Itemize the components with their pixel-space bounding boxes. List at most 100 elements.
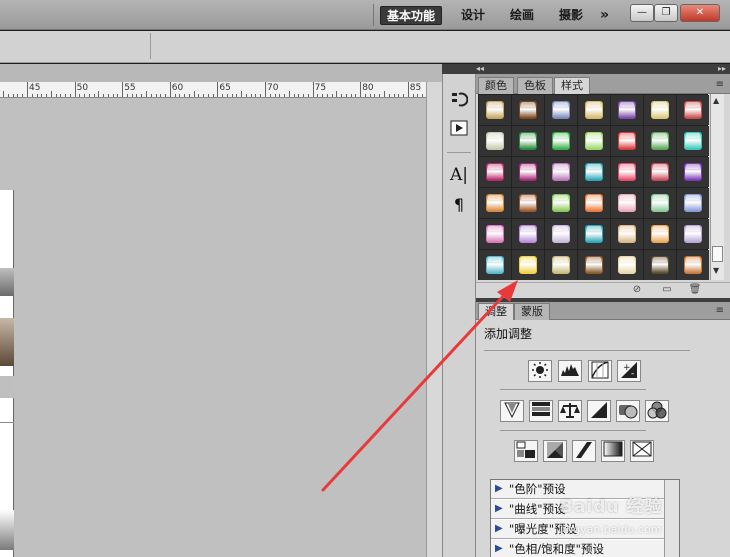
style-swatch[interactable] [578,157,610,187]
workspace-photography[interactable]: 摄影 [553,6,589,25]
style-swatch[interactable] [578,126,610,156]
style-swatch[interactable] [677,126,709,156]
style-swatch[interactable] [644,219,676,249]
character-icon[interactable]: A| [447,164,471,186]
style-swatch[interactable] [512,188,544,218]
canvas-scrollbar[interactable] [426,82,442,557]
ruler-tick [360,82,362,97]
tab-masks[interactable]: 蒙版 [514,303,550,320]
style-swatch[interactable] [512,95,544,125]
tab-styles[interactable]: 样式 [554,77,590,95]
expand-triangle-icon[interactable]: ▶ [495,500,503,518]
style-swatch[interactable] [479,95,511,125]
style-swatch[interactable] [677,157,709,187]
workspace-painting[interactable]: 绘画 [504,6,540,25]
presets-scrollbar[interactable] [664,480,679,557]
style-swatch[interactable] [611,188,643,218]
actions-icon[interactable] [447,120,471,142]
new-style-icon[interactable]: ▭ [660,283,674,296]
style-swatch[interactable] [644,188,676,218]
curves-icon[interactable] [588,360,612,382]
posterize-icon[interactable] [543,440,567,462]
style-swatch-highlight [554,164,568,169]
style-swatch[interactable] [611,126,643,156]
style-swatch[interactable] [611,250,643,280]
photo-filter-icon[interactable] [616,400,640,422]
minimize-button[interactable]: — [630,4,654,22]
collapse-right-icon[interactable]: ▸▸ [718,64,726,74]
style-swatch[interactable] [479,219,511,249]
style-swatch[interactable] [512,219,544,249]
style-swatch[interactable] [545,188,577,218]
style-swatch[interactable] [545,95,577,125]
style-swatch[interactable] [512,250,544,280]
color-balance-icon[interactable] [558,400,582,422]
tab-color[interactable]: 颜色 [478,77,514,94]
panel-menu-icon[interactable]: ≡ [716,305,724,316]
paragraph-icon[interactable]: ¶ [447,194,471,216]
style-swatch[interactable] [545,250,577,280]
black-white-icon[interactable] [587,400,611,422]
vibrance-icon[interactable] [500,400,524,422]
workspace-basic[interactable]: 基本功能 [380,6,443,25]
expand-triangle-icon[interactable]: ▶ [495,540,503,557]
document-image-edge [0,190,14,557]
collapse-left-icon[interactable]: ◂◂ [476,64,484,74]
exposure-icon[interactable]: + - [617,360,641,382]
workspace-design[interactable]: 设计 [455,6,491,25]
horizontal-ruler[interactable]: 45 50 55 60 65 70 75 80 85 [0,82,426,98]
style-swatch[interactable] [644,250,676,280]
panel-menu-icon[interactable]: ≡ [716,79,724,90]
delete-style-icon[interactable]: 🗑 [688,283,702,296]
style-swatch-highlight [521,257,535,262]
style-swatch[interactable] [644,157,676,187]
style-swatch-highlight [653,226,667,231]
scroll-thumb[interactable] [712,246,723,262]
style-swatch[interactable] [611,95,643,125]
preset-hue-saturation[interactable]: ▶ "色相/饱和度"预设 [491,540,664,557]
expand-triangle-icon[interactable]: ▶ [495,480,503,498]
style-swatch[interactable] [677,219,709,249]
scroll-up-icon[interactable]: ▲ [713,96,719,105]
gradient-map-icon[interactable] [601,440,625,462]
style-swatch[interactable] [545,126,577,156]
style-swatch[interactable] [677,188,709,218]
style-swatch[interactable] [644,95,676,125]
no-style-icon[interactable]: ⊘ [630,283,644,296]
threshold-icon[interactable] [572,440,596,462]
more-workspaces-button[interactable]: » [594,6,615,25]
brightness-contrast-icon[interactable] [528,360,552,382]
history-icon[interactable] [447,90,471,112]
levels-icon[interactable] [558,360,582,382]
channel-mixer-icon[interactable] [645,400,669,422]
restore-button[interactable]: ❐ [654,4,678,22]
style-swatch[interactable] [611,157,643,187]
style-swatch[interactable] [545,157,577,187]
style-swatch[interactable] [611,219,643,249]
style-swatch[interactable] [512,126,544,156]
styles-scrollbar[interactable]: ▼ ▲ [710,94,724,280]
hue-saturation-icon[interactable] [529,400,553,422]
scroll-down-icon[interactable]: ▼ [713,266,719,275]
close-button[interactable]: ✕ [680,4,720,22]
expand-triangle-icon[interactable]: ▶ [495,520,503,538]
style-swatch[interactable] [512,157,544,187]
style-swatch[interactable] [578,250,610,280]
document-canvas-area[interactable] [0,64,442,557]
style-swatch[interactable] [479,250,511,280]
style-swatch[interactable] [578,188,610,218]
style-swatch[interactable] [545,219,577,249]
style-swatch[interactable] [644,126,676,156]
style-swatch[interactable] [479,188,511,218]
style-swatch[interactable] [479,157,511,187]
style-swatch-highlight [686,195,700,200]
tab-adjustments[interactable]: 调整 [478,303,514,320]
style-swatch[interactable] [677,250,709,280]
tab-swatches[interactable]: 色板 [517,77,553,94]
style-swatch[interactable] [479,126,511,156]
style-swatch[interactable] [578,95,610,125]
selective-color-icon[interactable] [630,440,654,462]
style-swatch[interactable] [578,219,610,249]
invert-icon[interactable] [514,440,538,462]
style-swatch[interactable] [677,95,709,125]
